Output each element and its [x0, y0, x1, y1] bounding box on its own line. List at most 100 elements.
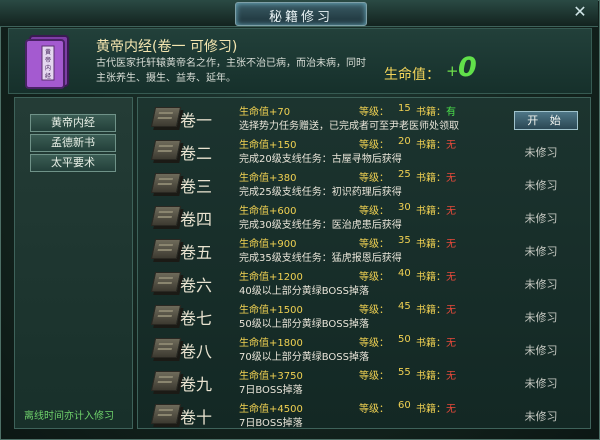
volume-level: 25 [398, 169, 411, 180]
offline-note: 离线时间亦计入修习 [24, 411, 114, 422]
volume-level: 35 [398, 235, 411, 246]
level-label: 等级： [359, 338, 389, 349]
volume-source: 完成30级支线任务：医治虎患后获得 [239, 220, 402, 231]
book-label: 书籍： [416, 239, 446, 250]
level-label: 等级： [359, 140, 389, 151]
level-label: 等级： [359, 305, 389, 316]
volume-source: 完成35级支线任务：猛虎报恩后获得 [239, 253, 402, 264]
book-cover-char-1: 黄 [45, 48, 51, 56]
scroll-icon [150, 371, 182, 391]
volume-life-bonus: 生命值+1200 [239, 272, 303, 283]
volume-level: 40 [398, 268, 411, 279]
volume-life-bonus: 生命值+150 [239, 140, 297, 151]
scroll-icon [150, 206, 182, 226]
volume-book-status: 无 [446, 371, 456, 382]
book-cover-char-3: 内 [45, 64, 51, 72]
volume-row[interactable]: 卷二 生命值+150 等级： 20 书籍：无完成20级支线任务：古屋寻物后获得 未修习 [137, 134, 589, 167]
book-cover-char-4: 经 [45, 72, 51, 80]
life-label: 生命值： [384, 67, 440, 83]
book-title: 黄帝内经(卷一 可修习) [96, 39, 238, 55]
sidebar-item-mengde-xinshu[interactable]: 孟德新书 [30, 134, 116, 152]
volume-status: 未修习 [524, 146, 558, 159]
volume-level: 55 [398, 367, 411, 378]
volume-source: 7日BOSS掉落 [239, 418, 303, 429]
volume-name: 卷七 [180, 309, 213, 328]
scroll-icon [150, 173, 182, 193]
volume-life-bonus: 生命值+600 [239, 206, 297, 217]
scroll-icon [150, 239, 182, 259]
volume-life-bonus: 生命值+3750 [239, 371, 303, 382]
volume-name: 卷三 [180, 177, 213, 196]
volume-status: 未修习 [524, 278, 558, 291]
level-label: 等级： [359, 107, 389, 118]
volume-row[interactable]: 卷十 生命值+4500 等级： 60 书籍：无 7日BOSS掉落 未修习 [137, 398, 589, 431]
volume-status: 未修习 [524, 377, 558, 390]
volume-status: 未修习 [524, 410, 558, 423]
volume-status: 未修习 [524, 311, 558, 324]
volume-book-status: 无 [446, 338, 456, 349]
sidebar-item-huangdi-neijing[interactable]: 黄帝内经 [30, 114, 116, 132]
volume-name: 卷五 [180, 243, 213, 262]
volume-book-status: 无 [446, 206, 456, 217]
sidebar-item-taiping-yaoshu[interactable]: 太平要术 [30, 154, 116, 172]
book-label: 书籍： [416, 206, 446, 217]
scroll-icon [150, 140, 182, 160]
volume-row[interactable]: 卷七 生命值+1500 等级： 45 书籍：无 50级以上部分黄绿BOSS掉落 未修习 [137, 299, 589, 332]
book-label: 书籍： [416, 272, 446, 283]
volume-life-bonus: 生命值+380 [239, 173, 297, 184]
volume-name: 卷十 [180, 408, 213, 427]
volume-life-bonus: 生命值+4500 [239, 404, 303, 415]
volume-row[interactable]: 卷九 生命值+3750 等级： 55 书籍：无 7日BOSS掉落 未修习 [137, 365, 589, 398]
volume-life-bonus: 生命值+900 [239, 239, 297, 250]
volume-book-status: 无 [446, 140, 456, 151]
volume-status: 未修习 [524, 245, 558, 258]
close-icon[interactable]: ✕ [572, 4, 588, 20]
volume-book-status: 无 [446, 239, 456, 250]
scroll-icon [150, 272, 182, 292]
volume-status: 未修习 [524, 179, 558, 192]
volume-name: 卷八 [180, 342, 213, 361]
book-label: 书籍： [416, 338, 446, 349]
life-value: 0 [458, 52, 477, 83]
book-cover-icon: 黄 帝 内 经 [25, 35, 69, 89]
scroll-icon [150, 338, 182, 358]
volume-life-bonus: 生命值+1800 [239, 338, 303, 349]
volume-book-status: 无 [446, 305, 456, 316]
volume-life-bonus: 生命值+70 [239, 107, 291, 118]
volume-row[interactable]: 卷三 生命值+380 等级： 25 书籍：无完成25级支线任务：初识药理后获得 未修习 [137, 167, 589, 200]
volume-status: 未修习 [524, 212, 558, 225]
volume-level: 50 [398, 334, 411, 345]
volume-row[interactable]: 卷六 生命值+1200 等级： 40 书籍：无 40级以上部分黄绿BOSS掉落 未修习 [137, 266, 589, 299]
volume-status: 未修习 [524, 344, 558, 357]
level-label: 等级： [359, 272, 389, 283]
volume-name: 卷六 [180, 276, 213, 295]
volume-book-status: 无 [446, 404, 456, 415]
scroll-icon [150, 107, 182, 127]
volume-source: 完成25级支线任务：初识药理后获得 [239, 187, 402, 198]
volume-row[interactable]: 卷四 生命值+600 等级： 30 书籍：无完成30级支线任务：医治虎患后获得 未修习 [137, 200, 589, 233]
book-description: 古代医家托轩辕黄帝名之作，主张不治已病，而治未病，同时主张养生、摄生、益寿、延年… [96, 58, 366, 84]
life-plus: + [446, 62, 459, 80]
volume-source: 50级以上部分黄绿BOSS掉落 [239, 319, 369, 330]
book-label: 书籍： [416, 371, 446, 382]
volume-book-status: 无 [446, 272, 456, 283]
level-label: 等级： [359, 371, 389, 382]
level-label: 等级： [359, 404, 389, 415]
book-cover-char-2: 帝 [45, 56, 51, 64]
volume-name: 卷九 [180, 375, 213, 394]
volume-row[interactable]: 卷五 生命值+900 等级： 35 书籍：无完成35级支线任务：猛虎报恩后获得 未修习 [137, 233, 589, 266]
volume-life-bonus: 生命值+1500 [239, 305, 303, 316]
volume-source: 选择势力任务赠送，已完成者可至尹老医师处领取 [239, 121, 459, 132]
level-label: 等级： [359, 239, 389, 250]
volume-name: 卷一 [180, 111, 213, 130]
volume-source: 完成20级支线任务：古屋寻物后获得 [239, 154, 402, 165]
scroll-icon [150, 404, 182, 424]
volume-name: 卷二 [180, 144, 213, 163]
volume-row[interactable]: 卷八 生命值+1800 等级： 50 书籍：无 70级以上部分黄绿BOSS掉落 未修习 [137, 332, 589, 365]
volume-level: 45 [398, 301, 411, 312]
volume-level: 15 [398, 103, 411, 114]
volume-level: 30 [398, 202, 411, 213]
volume-level: 60 [398, 400, 411, 411]
start-button[interactable]: 开 始 [514, 111, 578, 130]
volume-level: 20 [398, 136, 411, 147]
